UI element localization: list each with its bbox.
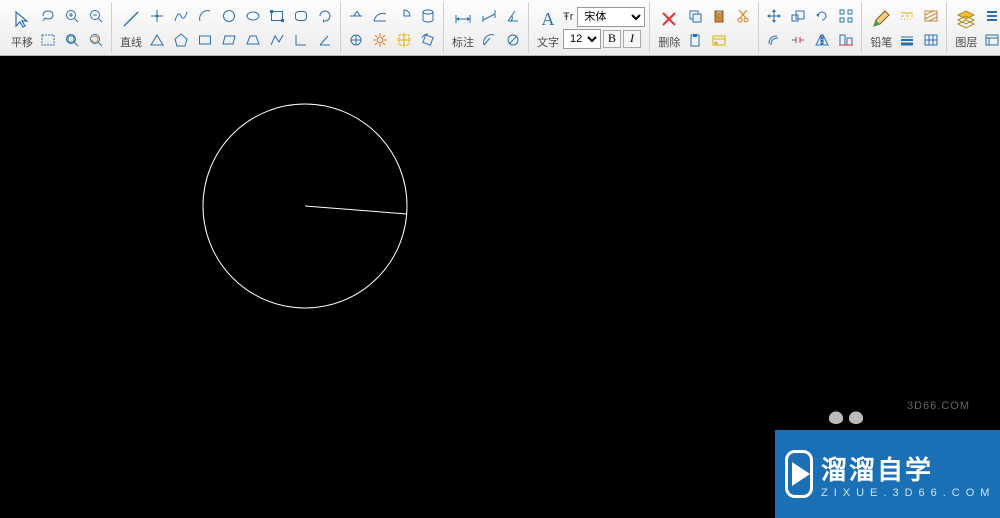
scale-icon[interactable] (787, 5, 809, 27)
layer-label: 图层 (955, 34, 977, 50)
arc-icon[interactable] (194, 5, 216, 27)
hatch-icon[interactable] (920, 5, 942, 27)
layer-list-icon[interactable] (981, 5, 1000, 27)
move-icon[interactable] (763, 5, 785, 27)
gear-icon[interactable] (369, 29, 391, 51)
svg-text:A: A (542, 9, 555, 29)
right-angle-icon[interactable] (290, 29, 312, 51)
offset-icon[interactable] (763, 29, 785, 51)
group-layer: 图层 (947, 2, 1000, 53)
italic-button[interactable]: I (623, 30, 641, 48)
lasso-icon[interactable] (37, 5, 59, 27)
watermark-url: 3D66.COM (907, 400, 970, 412)
divide-circle-icon[interactable] (345, 29, 367, 51)
line-tool-icon[interactable] (118, 6, 144, 32)
cylinder-icon[interactable] (417, 5, 439, 27)
text-label: 文字 (537, 34, 559, 50)
font-select[interactable]: 宋体 (577, 7, 645, 27)
axis-icon[interactable] (146, 5, 168, 27)
delete-icon[interactable] (656, 6, 682, 32)
grid-toggle-icon[interactable] (920, 29, 942, 51)
bold-button[interactable]: B (603, 30, 621, 48)
brand-sub: ZIXUE.3D66.COM (821, 487, 995, 499)
paste-icon[interactable] (708, 5, 730, 27)
pan-label: 平移 (11, 34, 33, 50)
clipboard-icon[interactable] (684, 29, 706, 51)
zoom-window-icon[interactable] (61, 29, 83, 51)
toolbar: 平移 (0, 0, 1000, 56)
perp-icon[interactable] (345, 5, 367, 27)
arc-cw-icon[interactable] (314, 5, 336, 27)
layer-props-icon[interactable] (981, 29, 1000, 51)
pencil-label: 铅笔 (870, 34, 892, 50)
rect-select-icon[interactable] (37, 29, 59, 51)
angle-line-icon[interactable] (314, 29, 336, 51)
brand-badge: 溜溜自学 ZIXUE.3D66.COM (775, 430, 1000, 518)
annot-label: 标注 (452, 34, 474, 50)
group-text: A 文字 Ŧr 宋体 12 B I (529, 2, 650, 53)
props-icon[interactable] (708, 29, 730, 51)
group-view: 平移 (3, 2, 112, 53)
rect-sel-icon[interactable] (266, 5, 288, 27)
rect-icon[interactable] (194, 29, 216, 51)
pencil-icon[interactable] (868, 6, 894, 32)
polyline-icon[interactable] (266, 29, 288, 51)
dimension-icon[interactable] (450, 6, 476, 32)
dim-radius-icon[interactable] (478, 29, 500, 51)
line-style-icon[interactable] (896, 5, 918, 27)
pointer-icon[interactable] (9, 6, 35, 32)
group-pencil: 铅笔 (862, 2, 947, 53)
zoom-in-icon[interactable] (61, 5, 83, 27)
tangent-arc-icon[interactable] (369, 5, 391, 27)
group-edit: 删除 (650, 2, 759, 53)
zoom-out-icon[interactable] (85, 5, 107, 27)
ellipse-icon[interactable] (242, 5, 264, 27)
group-transform (759, 2, 862, 53)
rotate-shape-icon[interactable] (417, 29, 439, 51)
pentagon-icon[interactable] (170, 29, 192, 51)
brand-title: 溜溜自学 (821, 450, 995, 487)
trapezoid-icon[interactable] (242, 29, 264, 51)
cut-icon[interactable] (732, 5, 754, 27)
copy-icon[interactable] (684, 5, 706, 27)
mirror-icon[interactable] (811, 29, 833, 51)
dim-align-icon[interactable] (478, 5, 500, 27)
circle-icon[interactable] (218, 5, 240, 27)
group-annotation: 标注 (444, 2, 529, 53)
play-icon (785, 450, 813, 498)
triangle-icon[interactable] (146, 29, 168, 51)
font-prefix-icon: Ŧr (563, 11, 573, 23)
align-icon[interactable] (835, 29, 857, 51)
array-icon[interactable] (835, 5, 857, 27)
refresh-zoom-icon[interactable] (85, 29, 107, 51)
line-weight-icon[interactable] (896, 29, 918, 51)
delete-label: 删除 (658, 34, 680, 50)
rounded-rect-icon[interactable] (290, 5, 312, 27)
dim-angle-icon[interactable] (502, 5, 524, 27)
rotate-icon[interactable] (811, 5, 833, 27)
bezier-icon[interactable] (170, 5, 192, 27)
dim-diameter-icon[interactable] (502, 29, 524, 51)
sector-icon[interactable] (393, 5, 415, 27)
text-tool-icon[interactable]: A (535, 6, 561, 32)
parallelogram-icon[interactable] (218, 29, 240, 51)
group-draw: 直线 (112, 2, 341, 53)
break-icon[interactable] (787, 29, 809, 51)
line-label: 直线 (120, 34, 142, 50)
crosshair-icon[interactable] (393, 29, 415, 51)
font-size-select[interactable]: 12 (563, 29, 601, 49)
group-construct (341, 2, 444, 53)
watermark-paws (828, 410, 864, 424)
layers-icon[interactable] (953, 6, 979, 32)
